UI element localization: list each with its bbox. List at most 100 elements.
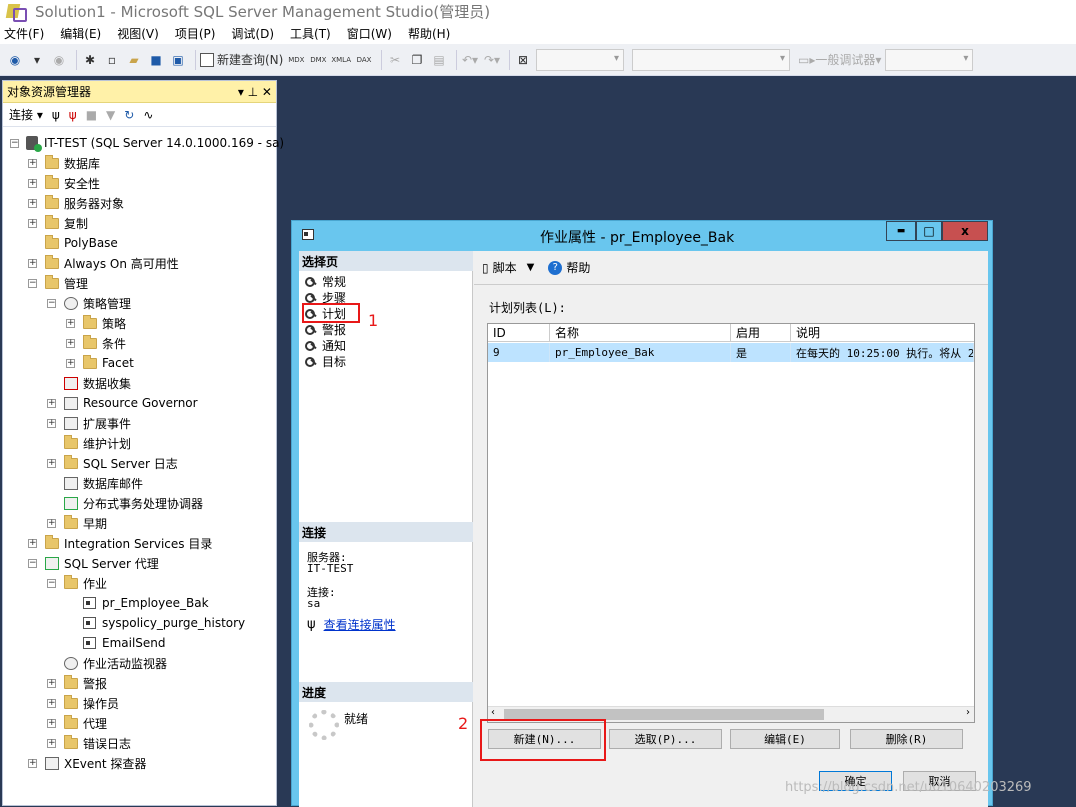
copy-icon[interactable]: ❐ bbox=[408, 49, 426, 71]
page-alerts[interactable]: 警报 bbox=[305, 321, 346, 337]
tree-node-management[interactable]: − 管理 bbox=[28, 273, 88, 293]
collapse-icon[interactable]: − bbox=[47, 298, 56, 308]
tree-node-sql-server-logs[interactable]: + SQL Server 日志 bbox=[47, 453, 178, 473]
menu-debug[interactable]: 调试(D) bbox=[231, 25, 274, 42]
collapse-icon[interactable]: − bbox=[28, 558, 37, 568]
tree-node-always-on[interactable]: + Always On 高可用性 bbox=[28, 253, 179, 273]
tree-node-jobs[interactable]: − 作业 bbox=[47, 573, 107, 593]
column-header-id[interactable]: ID bbox=[488, 324, 550, 342]
back-icon[interactable]: ◉ bbox=[6, 49, 24, 71]
edit-schedule-button[interactable]: 编辑(E) bbox=[730, 729, 840, 749]
expand-icon[interactable]: + bbox=[66, 358, 75, 368]
xmla-query-button[interactable]: XMLA bbox=[331, 49, 351, 71]
tree-node-legacy[interactable]: + 早期 bbox=[47, 513, 107, 533]
tree-node-data-collection[interactable]: 数据收集 bbox=[64, 373, 131, 393]
page-notifications[interactable]: 通知 bbox=[305, 337, 346, 353]
view-connection-properties-link[interactable]: ψ 查看连接属性 bbox=[307, 616, 396, 633]
expand-icon[interactable]: + bbox=[28, 158, 37, 168]
expand-icon[interactable]: + bbox=[28, 538, 37, 548]
dax-query-button[interactable]: DAX bbox=[355, 49, 373, 71]
disconnect-icon[interactable]: ψ bbox=[69, 108, 77, 122]
menu-window[interactable]: 窗口(W) bbox=[347, 25, 392, 42]
redo-icon[interactable]: ↷▾ bbox=[483, 49, 501, 71]
tree-node-integration-services[interactable]: + Integration Services 目录 bbox=[28, 533, 212, 553]
tree-node-dtc[interactable]: 分布式事务处理协调器 bbox=[64, 493, 203, 513]
menu-help[interactable]: 帮助(H) bbox=[408, 25, 450, 42]
collapse-icon[interactable]: − bbox=[47, 578, 56, 588]
expand-icon[interactable]: + bbox=[47, 718, 56, 728]
mdx-query-button[interactable]: MDX bbox=[287, 49, 305, 71]
save-icon[interactable]: ■ bbox=[147, 49, 165, 71]
maximize-button[interactable]: □ bbox=[916, 221, 942, 241]
activity-icon[interactable]: ∿ bbox=[143, 108, 153, 122]
search-combo[interactable] bbox=[885, 48, 974, 71]
minimize-button[interactable]: ▬ bbox=[886, 221, 916, 241]
menu-project[interactable]: 项目(P) bbox=[175, 25, 216, 42]
filter-icon[interactable]: ▼ bbox=[106, 108, 115, 122]
add-item-icon[interactable]: ▫ bbox=[103, 49, 121, 71]
menu-edit[interactable]: 编辑(E) bbox=[60, 25, 101, 42]
tree-node-sql-server-agent[interactable]: − SQL Server 代理 bbox=[28, 553, 159, 573]
solution-config-combo[interactable] bbox=[536, 48, 625, 71]
new-project-icon[interactable]: ✱ bbox=[81, 49, 99, 71]
panel-controls[interactable]: ▾ ⊥ ✕ bbox=[238, 85, 272, 99]
tree-node-databases[interactable]: + 数据库 bbox=[28, 153, 100, 173]
page-targets[interactable]: 目标 bbox=[305, 353, 346, 369]
scroll-right-icon[interactable]: › bbox=[966, 707, 970, 718]
platform-combo[interactable] bbox=[632, 48, 791, 71]
menu-tools[interactable]: 工具(T) bbox=[290, 25, 331, 42]
expand-icon[interactable]: + bbox=[28, 218, 37, 228]
refresh-icon[interactable]: ↻ bbox=[124, 108, 134, 122]
paste-icon[interactable]: ▤ bbox=[430, 49, 448, 71]
expand-icon[interactable]: + bbox=[66, 338, 75, 348]
expand-icon[interactable]: + bbox=[28, 178, 37, 188]
tree-node-policy-management[interactable]: − 策略管理 bbox=[47, 293, 131, 313]
undo-icon[interactable]: ↶▾ bbox=[461, 49, 479, 71]
tree-node-job-emailsend[interactable]: EmailSend bbox=[83, 633, 166, 653]
tree-node-server-objects[interactable]: + 服务器对象 bbox=[28, 193, 124, 213]
tree-node-job-syspolicy[interactable]: syspolicy_purge_history bbox=[83, 613, 245, 633]
column-header-name[interactable]: 名称 bbox=[550, 324, 731, 342]
script-button[interactable]: ▯ 脚本 ▼ bbox=[482, 259, 534, 276]
expand-icon[interactable]: + bbox=[47, 698, 56, 708]
help-button[interactable]: ? 帮助 bbox=[548, 259, 590, 276]
column-header-description[interactable]: 说明 bbox=[791, 324, 974, 342]
menu-view[interactable]: 视图(V) bbox=[117, 25, 159, 42]
tree-node-operators[interactable]: + 操作员 bbox=[47, 693, 119, 713]
connect-icon[interactable]: ψ bbox=[52, 108, 60, 122]
forward-icon[interactable]: ◉ bbox=[50, 49, 68, 71]
tree-node-conditions[interactable]: + 条件 bbox=[66, 333, 126, 353]
stop-icon[interactable]: ■ bbox=[86, 108, 97, 122]
tree-node-xevent-profiler[interactable]: + XEvent 探查器 bbox=[28, 753, 146, 773]
tree-node-server[interactable]: − IT-TEST (SQL Server 14.0.1000.169 - sa) bbox=[10, 133, 284, 153]
delete-schedule-button[interactable]: 删除(R) bbox=[850, 729, 963, 749]
screenshot-icon[interactable]: ⊠ bbox=[514, 49, 532, 71]
collapse-icon[interactable]: − bbox=[28, 278, 37, 288]
tree-node-job-activity-monitor[interactable]: 作业活动监视器 bbox=[64, 653, 167, 673]
tree-node-extended-events[interactable]: + 扩展事件 bbox=[47, 413, 131, 433]
expand-icon[interactable]: + bbox=[47, 738, 56, 748]
connect-button[interactable]: 连接 ▾ bbox=[9, 106, 43, 123]
debugger-button[interactable]: ▭▸ 一般调试器 ▾ bbox=[798, 49, 881, 71]
tree-node-resource-governor[interactable]: + Resource Governor bbox=[47, 393, 198, 413]
tree-node-alerts[interactable]: + 警报 bbox=[47, 673, 107, 693]
dmx-query-button[interactable]: DMX bbox=[309, 49, 327, 71]
tree-node-maintenance-plans[interactable]: 维护计划 bbox=[64, 433, 131, 453]
tree-node-error-logs[interactable]: + 错误日志 bbox=[47, 733, 131, 753]
column-header-enabled[interactable]: 启用 bbox=[731, 324, 791, 342]
save-all-icon[interactable]: ▣ bbox=[169, 49, 187, 71]
cut-icon[interactable]: ✂ bbox=[386, 49, 404, 71]
page-general[interactable]: 常规 bbox=[305, 273, 346, 289]
collapse-icon[interactable]: − bbox=[10, 138, 19, 148]
tree-node-database-mail[interactable]: 数据库邮件 bbox=[64, 473, 143, 493]
expand-icon[interactable]: + bbox=[47, 518, 56, 528]
scroll-left-icon[interactable]: ‹ bbox=[491, 707, 495, 718]
expand-icon[interactable]: + bbox=[47, 458, 56, 468]
expand-icon[interactable]: + bbox=[47, 678, 56, 688]
expand-icon[interactable]: + bbox=[47, 418, 56, 428]
open-folder-icon[interactable]: ▰ bbox=[125, 49, 143, 71]
tree-node-job-pr-employee-bak[interactable]: pr_Employee_Bak bbox=[83, 593, 209, 613]
tree-node-security[interactable]: + 安全性 bbox=[28, 173, 100, 193]
tree-node-proxies[interactable]: + 代理 bbox=[47, 713, 107, 733]
expand-icon[interactable]: + bbox=[28, 258, 37, 268]
